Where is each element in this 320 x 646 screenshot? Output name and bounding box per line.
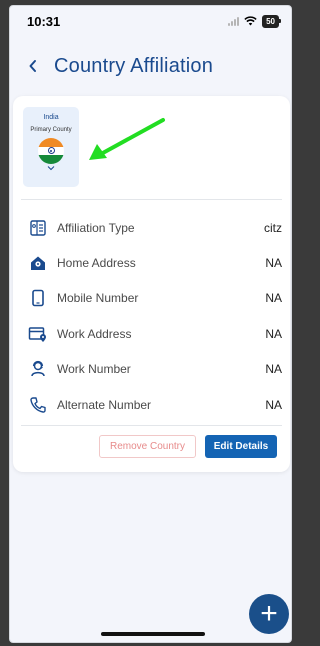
chevron-down-icon[interactable] xyxy=(23,164,79,174)
home-icon xyxy=(27,252,49,274)
detail-label: Home Address xyxy=(57,256,136,271)
mobile-phone-icon xyxy=(27,287,49,309)
home-indicator xyxy=(101,632,205,636)
india-flag-icon xyxy=(38,138,64,164)
detail-label: Alternate Number xyxy=(57,397,152,412)
detail-row-work-address: Work Address NA xyxy=(13,316,290,351)
primary-country-label: Primary County xyxy=(30,127,72,133)
battery-icon: 50 xyxy=(262,14,281,28)
country-card: India Primary County Affiliation Type ci… xyxy=(13,96,290,472)
add-button[interactable]: + xyxy=(249,594,289,634)
divider xyxy=(21,425,282,426)
status-icons: 50 xyxy=(228,14,281,28)
detail-value: NA xyxy=(265,326,282,341)
detail-value: NA xyxy=(265,397,282,412)
green-arrow-annotation xyxy=(89,118,165,160)
chevron-left-icon xyxy=(29,60,36,72)
detail-value: citz xyxy=(264,220,282,235)
detail-value: NA xyxy=(265,291,282,306)
work-location-icon xyxy=(27,323,49,345)
detail-row-home-address: Home Address NA xyxy=(13,245,290,280)
card-actions: Remove Country Edit Details xyxy=(13,435,290,459)
headset-icon xyxy=(27,358,49,380)
detail-row-affiliation-type: Affiliation Type citz xyxy=(13,210,290,245)
wifi-icon xyxy=(244,16,257,26)
detail-row-work-number: Work Number NA xyxy=(13,352,290,387)
id-card-icon xyxy=(27,217,49,239)
detail-label: Mobile Number xyxy=(57,291,139,306)
status-time: 10:31 xyxy=(27,13,61,29)
country-tile-india[interactable]: India Primary County xyxy=(23,107,79,187)
phone-icon xyxy=(27,394,49,416)
status-bar: 10:31 50 xyxy=(10,6,291,36)
detail-row-mobile-number: Mobile Number NA xyxy=(13,281,290,316)
back-button[interactable] xyxy=(19,52,47,80)
detail-label: Affiliation Type xyxy=(57,220,135,235)
detail-row-alternate-number: Alternate Number NA xyxy=(13,387,290,422)
divider xyxy=(21,199,282,200)
detail-label: Work Number xyxy=(57,362,131,377)
page-title: Country Affiliation xyxy=(54,54,214,77)
app-screen: 10:31 50 Country Affiliation India Prima… xyxy=(9,5,292,643)
signal-icon xyxy=(228,16,240,26)
detail-value: NA xyxy=(265,362,282,377)
detail-label: Work Address xyxy=(57,326,132,341)
details-list: Affiliation Type citz Home Address NA Mo… xyxy=(13,210,290,422)
country-name: India xyxy=(43,114,59,121)
detail-value: NA xyxy=(265,256,282,271)
remove-country-button[interactable]: Remove Country xyxy=(99,435,196,458)
header: Country Affiliation xyxy=(10,49,291,83)
plus-icon: + xyxy=(260,597,278,630)
edit-details-button[interactable]: Edit Details xyxy=(205,435,277,458)
